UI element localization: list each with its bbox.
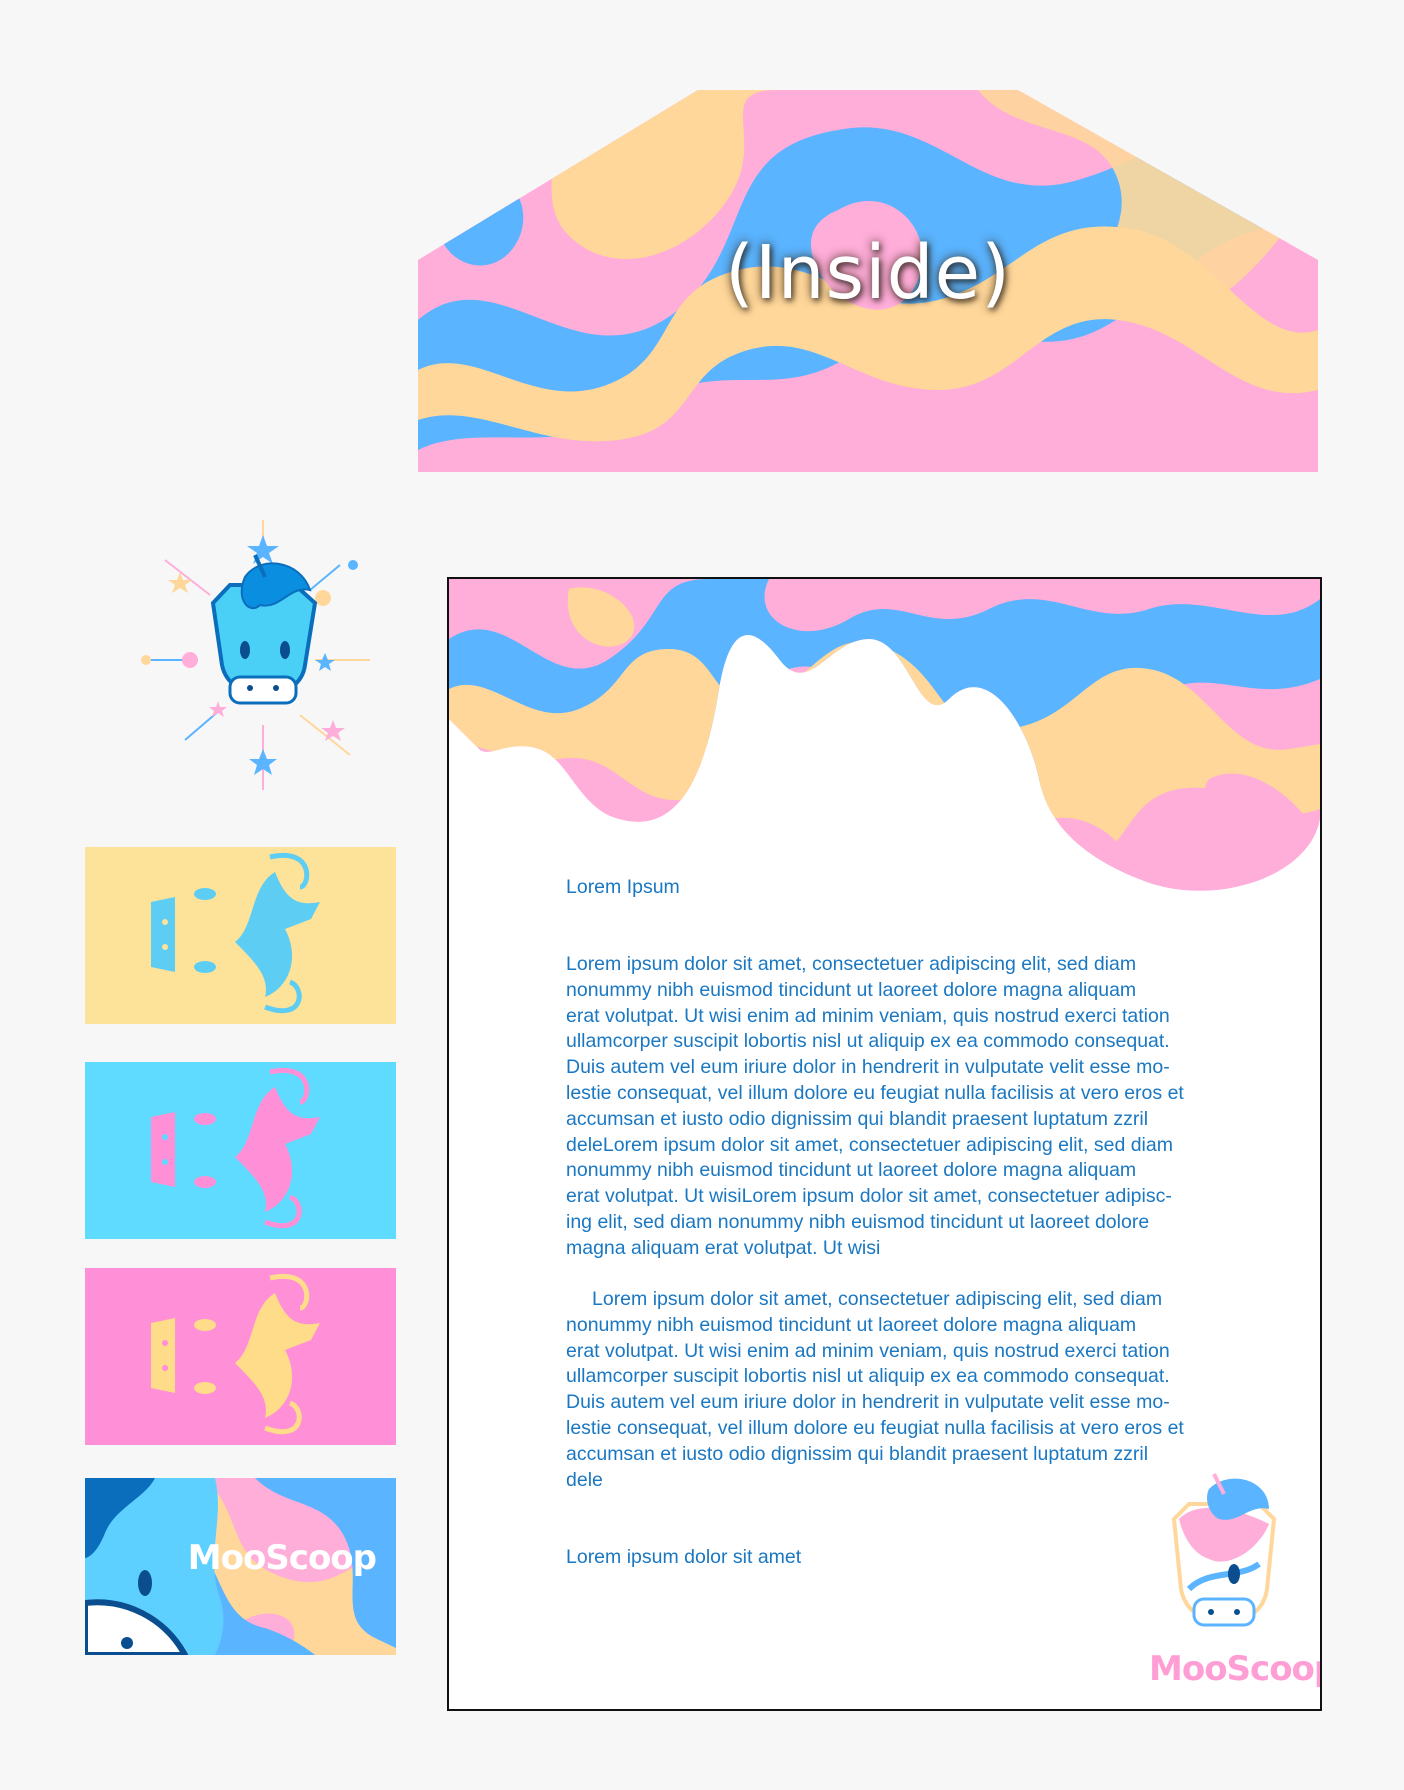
business-card-marble: MooScoop bbox=[85, 1478, 396, 1655]
mooscoop-logo: MooScoop bbox=[187, 1538, 377, 1578]
unicorn-head-icon bbox=[151, 1067, 320, 1229]
letter-paragraph: Lorem ipsum dolor sit amet, consectetuer… bbox=[566, 953, 1184, 1259]
letter-paragraph: Lorem ipsum dolor sit amet, consectetuer… bbox=[566, 1288, 1184, 1491]
unicorn-head-icon bbox=[151, 852, 320, 1014]
unicorn-head-icon bbox=[1171, 1473, 1277, 1627]
envelope-label: (Inside) bbox=[724, 230, 1012, 316]
business-card-pink bbox=[85, 1268, 396, 1445]
envelope-flap: (Inside) bbox=[418, 90, 1318, 472]
unicorn-head-icon bbox=[210, 554, 318, 705]
business-card-yellow bbox=[85, 847, 396, 1024]
sunburst-unicorn-logo bbox=[130, 515, 380, 795]
letter-heading: Lorem Ipsum bbox=[566, 876, 680, 898]
marble-drip-header bbox=[449, 579, 1320, 891]
unicorn-head-icon bbox=[151, 1273, 320, 1435]
letterhead-page: Lorem Ipsum Lorem ipsum dolor sit amet, … bbox=[447, 577, 1322, 1711]
letter-signoff: Lorem ipsum dolor sit amet bbox=[566, 1546, 802, 1568]
mooscoop-logo: MooScoop bbox=[1149, 1469, 1322, 1699]
sunburst-icon bbox=[141, 520, 370, 790]
business-card-blue bbox=[85, 1062, 396, 1239]
mooscoop-wordmark: MooScoop bbox=[1149, 1649, 1322, 1689]
